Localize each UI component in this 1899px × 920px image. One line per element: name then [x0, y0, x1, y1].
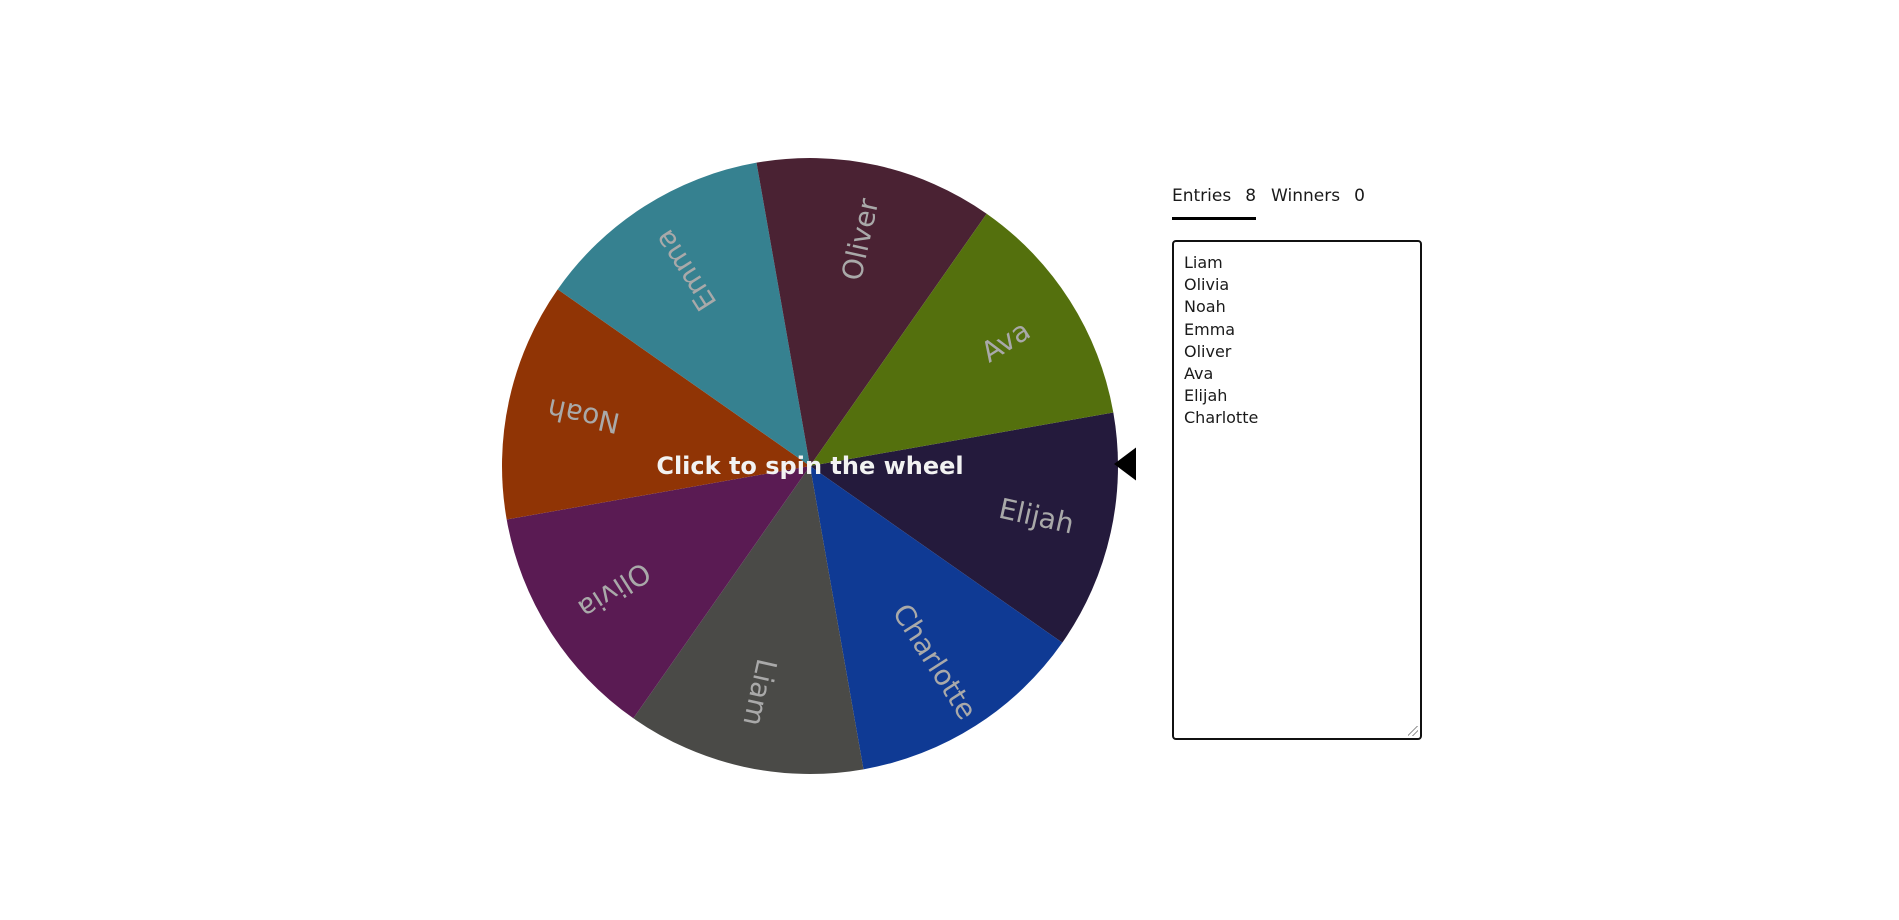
entry-line: Elijah	[1184, 386, 1228, 406]
spin-prompt[interactable]: Click to spin the wheel	[656, 452, 963, 480]
tab-bar: Entries 8 Winners 0	[1172, 186, 1426, 226]
wheel-graphic[interactable]: ElijahCharlotteLiamOliviaNoahEmma OliverA…	[496, 152, 1136, 780]
entry-line: Ava	[1184, 364, 1214, 384]
entries-textarea[interactable]: Liam Olivia Noah Emma Oliver Ava Elijah …	[1172, 240, 1422, 740]
spin-wheel[interactable]: Elijah Charlotte Liam Olivia Noah Emma Oliver A…	[496, 152, 1136, 780]
entry-line: Noah	[1184, 297, 1226, 317]
entry-line: Liam	[1184, 253, 1223, 272]
tab-entries[interactable]: Entries 8	[1172, 186, 1257, 220]
entry-line: Oliver	[1184, 341, 1232, 361]
tab-winners-count: 0	[1354, 186, 1365, 206]
tab-winners-label: Winners	[1271, 186, 1341, 206]
entry-line: Charlotte	[1184, 408, 1259, 428]
side-panel: Entries 8 Winners 0 Liam Olivia Noah Emm…	[1172, 186, 1426, 746]
resize-handle-icon[interactable]	[1408, 726, 1418, 736]
entry-line: Olivia	[1184, 275, 1230, 295]
tab-entries-label: Entries	[1172, 186, 1232, 206]
entry-line: Emma	[1184, 319, 1236, 339]
page: Elijah Charlotte Liam Olivia Noah Emma Oliver A…	[0, 0, 1899, 920]
tab-entries-count: 8	[1245, 186, 1257, 206]
tab-winners[interactable]: Winners 0	[1271, 186, 1365, 217]
